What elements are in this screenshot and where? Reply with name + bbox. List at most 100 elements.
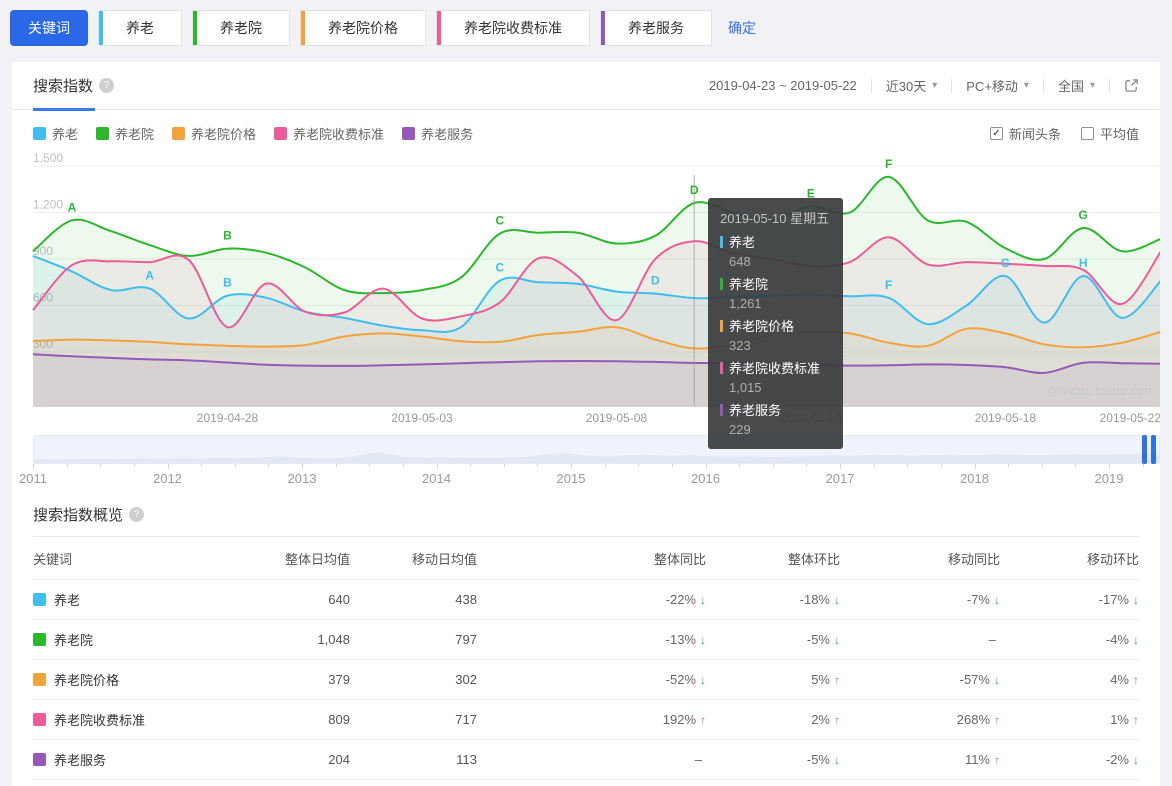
axis-tick: [705, 464, 707, 469]
axis-tick: [436, 464, 438, 469]
overall-avg: 1,048: [317, 632, 350, 647]
tag-label: 养老服务: [628, 20, 684, 36]
axis-tick: [234, 464, 236, 467]
news-marker-c[interactable]: C: [495, 214, 504, 228]
overall-avg: 809: [328, 712, 350, 727]
legend-swatch: [274, 126, 288, 140]
legend-item-fuwu[interactable]: 养老服务: [402, 124, 473, 143]
tooltip-keyword: 养老: [729, 235, 756, 250]
mobile-yoy: –: [988, 632, 996, 647]
trend-arrow-icon: ↓: [1133, 753, 1139, 767]
news-marker-d[interactable]: D: [690, 183, 699, 197]
keyword-name: 养老院: [54, 633, 94, 648]
keyword-tag-fuwu[interactable]: 养老服务: [600, 10, 712, 46]
news-marker-a[interactable]: A: [145, 269, 154, 283]
slider-sparkline: [34, 452, 1159, 463]
mobile-mom: -17% ↓: [1098, 592, 1139, 607]
date-range[interactable]: 2019-04-23 ~ 2019-05-22: [709, 78, 857, 93]
device-select[interactable]: PC+移动 ▾: [966, 76, 1029, 95]
table-row[interactable]: 养老 640 438 -22% ↓ -18% ↓ -7% ↓ -17% ↓: [33, 580, 1139, 620]
slider-handle-left[interactable]: [1142, 435, 1147, 464]
news-marker-g[interactable]: G: [1079, 208, 1088, 222]
slider-year-axis: 2011 2012 2013 2014 2015 2016 2017 2018 2019: [19, 464, 1160, 488]
help-icon[interactable]: ?: [129, 507, 145, 522]
overview-title-row: 搜索指数概览 ?: [33, 504, 1139, 537]
region-value: 全国: [1057, 79, 1084, 94]
slider-handle-right[interactable]: [1151, 435, 1156, 464]
tab-search-index[interactable]: 搜索指数 ?: [33, 62, 115, 111]
keyword-name: 养老院价格: [54, 673, 120, 688]
chart-canvas: 3006009001,2001,500ABCD EFGA BCD FG H: [32, 151, 1160, 407]
tooltip-swatch: [720, 404, 723, 416]
table-header-row: 关键词 整体日均值 移动日均值 整体同比 整体环比 移动同比 移动环比: [33, 537, 1139, 580]
news-marker-b[interactable]: B: [223, 276, 232, 290]
year-label: 2011: [19, 471, 47, 486]
trend-arrow-icon: ↑: [1133, 673, 1139, 687]
table-row[interactable]: 养老服务 204 113 – -5% ↓ 11% ↑ -2% ↓: [33, 740, 1139, 780]
index-overview-section: 搜索指数概览 ? 关键词 整体日均值 移动日均值 整体同比 整体环比 移动同比 …: [12, 490, 1160, 780]
tag-label: 养老院价格: [328, 20, 398, 36]
news-marker-b[interactable]: B: [223, 229, 232, 243]
news-marker-h[interactable]: H: [1079, 256, 1088, 270]
tooltip-value: 1,015: [729, 380, 762, 395]
slider-track[interactable]: [33, 435, 1160, 464]
table-row[interactable]: 养老院价格 379 302 -52% ↓ 5% ↑ -57% ↓ 4% ↑: [33, 660, 1139, 700]
mobile-avg: 302: [455, 672, 477, 687]
tooltip-item: 养老 648: [720, 232, 831, 269]
region-select[interactable]: 全国 ▾: [1058, 76, 1095, 95]
tooltip-item: 养老院价格 323: [720, 316, 831, 353]
keyword-swatch: [33, 593, 46, 606]
tooltip-swatch: [720, 236, 723, 248]
x-axis-label: 2019-05-03: [391, 411, 453, 425]
external-link-icon[interactable]: [1124, 78, 1139, 93]
legend-item-yanglaoyuan[interactable]: 养老院: [96, 124, 154, 143]
legend-item-shoufeibiaozhun[interactable]: 养老院收费标准: [274, 124, 384, 143]
mobile-mom: 4% ↑: [1110, 672, 1139, 687]
legend-label: 养老服务: [421, 126, 474, 142]
news-headlines-checkbox[interactable]: ✓ 新闻头条: [989, 124, 1061, 143]
keywords-button[interactable]: 关键词: [10, 10, 88, 46]
news-marker-c[interactable]: C: [495, 261, 504, 275]
overall-yoy: 192% ↑: [662, 712, 706, 727]
legend-item-yanglao[interactable]: 养老: [33, 124, 78, 143]
keyword-tag-yanglao[interactable]: 养老: [98, 10, 182, 46]
confirm-link[interactable]: 确定: [728, 18, 756, 38]
keyword-tag-jiage[interactable]: 养老院价格: [300, 10, 426, 46]
help-icon[interactable]: ?: [99, 78, 115, 93]
chevron-down-icon: ▾: [1089, 80, 1095, 91]
axis-tick: [571, 464, 572, 469]
tag-label: 养老院: [220, 20, 262, 36]
legend-label: 养老院价格: [191, 126, 257, 142]
overall-avg: 204: [328, 752, 350, 767]
tag-label: 养老院收费标准: [464, 20, 562, 36]
keyword-swatch: [33, 713, 46, 726]
axis-tick: [638, 464, 640, 467]
year-label: 2016: [691, 471, 720, 486]
legend-item-jiage[interactable]: 养老院价格: [172, 124, 256, 143]
news-marker-f[interactable]: F: [885, 157, 892, 171]
time-range-select[interactable]: 近30天 ▾: [886, 76, 938, 95]
keyword-tag-yanglaoyuan[interactable]: 养老院: [192, 10, 290, 46]
search-index-chart[interactable]: 300 600 900 1,200 1,500 A B C D E F G A B C D F G H @index…: [32, 151, 1160, 449]
news-marker-f[interactable]: F: [885, 278, 892, 292]
axis-tick: [335, 464, 337, 467]
axis-tick: [772, 464, 774, 467]
news-marker-d[interactable]: D: [651, 274, 660, 288]
table-row[interactable]: 养老院 1,048 797 -13% ↓ -5% ↓ – -4% ↓: [33, 620, 1139, 660]
axis-tick: [268, 464, 270, 467]
table-row[interactable]: 养老院收费标准 809 717 192% ↑ 2% ↑ 268% ↑ 1% ↑: [33, 700, 1139, 740]
year-label: 2014: [422, 471, 451, 486]
news-marker-g[interactable]: G: [1001, 256, 1010, 270]
axis-tick: [66, 464, 68, 467]
average-checkbox[interactable]: 平均值: [1080, 124, 1139, 143]
axis-tick: [470, 464, 472, 467]
device-value: PC+移动: [966, 79, 1018, 94]
keyword-name: 养老服务: [54, 753, 107, 768]
tab-label: 搜索指数: [33, 78, 94, 95]
keyword-tag-shoufeibiaozhun[interactable]: 养老院收费标准: [436, 10, 590, 46]
mobile-mom: 1% ↑: [1110, 712, 1139, 727]
news-marker-a[interactable]: A: [68, 200, 77, 214]
chart-options: ✓ 新闻头条 平均值: [989, 124, 1139, 143]
tooltip-swatch: [720, 362, 723, 374]
time-range-value: 近30天: [885, 79, 927, 94]
